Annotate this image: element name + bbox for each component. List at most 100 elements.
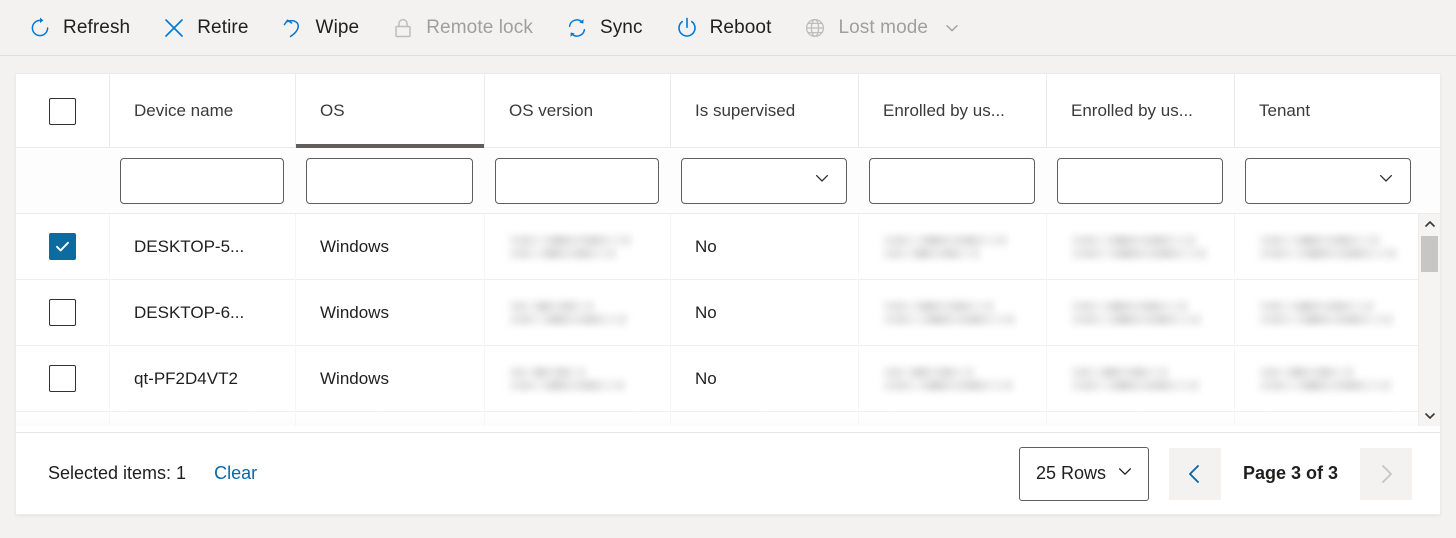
command-remote-lock[interactable]: Remote lock [391,16,533,40]
column-header-device-name[interactable]: Device name [109,74,295,148]
cell-tenant-redacted [1234,280,1422,346]
column-header-label: Is supervised [695,101,795,121]
redacted-content [509,367,625,391]
filter-input-enrolled-by-user-2[interactable] [1057,158,1223,204]
selected-items-count: Selected items: 1 [48,463,186,484]
cell-os-version-redacted [484,214,670,280]
grid-filter-row [16,148,1440,214]
row-select-cell-partial [16,412,109,426]
command-remote-lock-label: Remote lock [426,17,533,39]
filter-input-device-name[interactable] [120,158,284,204]
cell-partial [1234,412,1422,426]
cell-partial [1046,412,1234,426]
command-reboot[interactable]: Reboot [675,16,772,40]
filter-input-os-version[interactable] [495,158,659,204]
table-row-partial [16,412,1440,426]
filter-spacer-cell [16,148,109,214]
command-retire-label: Retire [197,17,248,39]
refresh-icon [28,16,52,40]
filter-input-enrolled-by-user-1[interactable] [869,158,1035,204]
cell-os: Windows [295,214,484,280]
command-refresh[interactable]: Refresh [28,16,130,40]
row-select-cell[interactable] [16,346,109,412]
cell-enrolled-by-user-2-redacted [1046,346,1234,412]
column-header-os[interactable]: OS [295,74,484,148]
select-all-checkbox[interactable] [49,98,76,125]
redacted-content [1071,301,1201,325]
cell-tenant-redacted [1234,346,1422,412]
row-select-cell[interactable] [16,280,109,346]
scroll-up-button[interactable] [1419,214,1440,234]
redacted-content [1259,301,1393,325]
row-checkbox[interactable] [49,365,76,392]
select-all-header-cell[interactable] [16,74,109,148]
cell-is-supervised: No [670,280,858,346]
cell-device-name: qt-PF2D4VT2 [109,346,295,412]
next-page-button[interactable] [1360,448,1412,500]
chevron-down-icon[interactable] [943,19,961,37]
column-header-label: Enrolled by us... [1071,101,1193,121]
command-lost-mode-label: Lost mode [838,17,928,39]
cell-partial [295,412,484,426]
command-wipe[interactable]: Wipe [281,16,360,40]
command-bar: Refresh Retire Wipe Remote lock [0,0,1456,56]
cell-partial [484,412,670,426]
row-checkbox[interactable] [49,233,76,260]
table-row[interactable]: qt-PF2D4VT2 Windows No [16,346,1440,412]
chevron-down-icon [1376,168,1396,193]
cell-os-version-redacted [484,346,670,412]
filter-input-os[interactable] [306,158,473,204]
scroll-down-button[interactable] [1419,406,1440,426]
filter-cell-enrolled-by-user-2 [1046,148,1234,214]
column-header-tenant[interactable]: Tenant [1234,74,1422,148]
command-refresh-label: Refresh [63,17,130,39]
cell-device-name: DESKTOP-6... [109,280,295,346]
cell-device-name: DESKTOP-5... [109,214,295,280]
table-row[interactable]: DESKTOP-6... Windows No [16,280,1440,346]
cell-tenant-redacted [1234,214,1422,280]
cell-os-version-redacted [484,280,670,346]
grid-footer: Selected items: 1 Clear 25 Rows Page 3 o… [16,432,1440,514]
column-header-label: Tenant [1259,101,1310,121]
cell-partial [109,412,295,426]
rows-per-page-value: 25 Rows [1036,463,1106,484]
filter-dropdown-tenant[interactable] [1245,158,1411,204]
cell-partial [858,412,1046,426]
filter-cell-os-version [484,148,670,214]
redacted-content [883,301,1015,325]
grid-header-row: Device name OS OS version Is supervised … [16,74,1440,148]
filter-cell-os [295,148,484,214]
column-header-enrolled-by-user-1[interactable]: Enrolled by us... [858,74,1046,148]
filter-dropdown-is-supervised[interactable] [681,158,847,204]
filter-cell-tenant [1234,148,1422,214]
command-sync[interactable]: Sync [565,16,643,40]
column-header-enrolled-by-user-2[interactable]: Enrolled by us... [1046,74,1234,148]
clear-selection-link[interactable]: Clear [214,463,257,484]
table-row[interactable]: DESKTOP-5... Windows No [16,214,1440,280]
cell-enrolled-by-user-2-redacted [1046,280,1234,346]
cell-os: Windows [295,280,484,346]
command-lost-mode[interactable]: Lost mode [803,16,961,40]
redacted-content [1259,367,1391,391]
command-wipe-label: Wipe [316,17,360,39]
scrollbar-thumb[interactable] [1421,236,1438,272]
redacted-content [1071,367,1199,391]
rows-per-page-select[interactable]: 25 Rows [1019,447,1149,501]
command-retire[interactable]: Retire [162,16,248,40]
previous-page-button[interactable] [1169,448,1221,500]
column-header-label: OS [320,101,345,121]
power-icon [675,16,699,40]
grid-body: DESKTOP-5... Windows No [16,214,1440,426]
page-indicator: Page 3 of 3 [1243,463,1338,484]
row-select-cell[interactable] [16,214,109,280]
vertical-scrollbar[interactable] [1418,214,1440,426]
column-header-os-version[interactable]: OS version [484,74,670,148]
command-sync-label: Sync [600,17,643,39]
undo-arrow-icon [281,16,305,40]
row-checkbox[interactable] [49,299,76,326]
column-header-is-supervised[interactable]: Is supervised [670,74,858,148]
redacted-content [509,301,627,325]
close-x-icon [162,16,186,40]
sync-icon [565,16,589,40]
globe-icon [803,16,827,40]
